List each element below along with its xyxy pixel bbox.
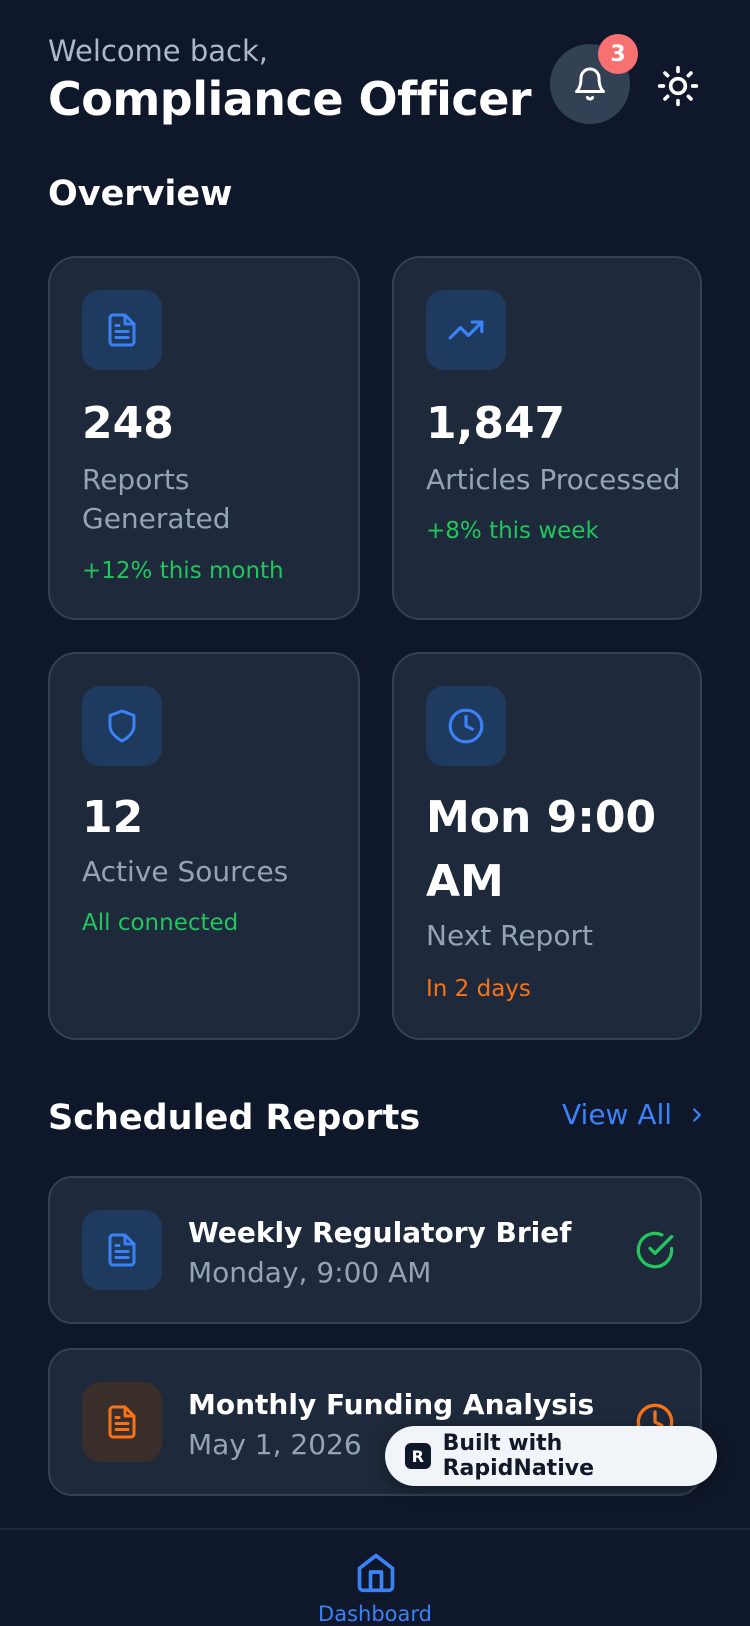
stat-card-reports[interactable]: 248 Reports Generated +12% this month	[48, 256, 360, 620]
stat-change: +12% this month	[82, 558, 284, 584]
clock-icon	[426, 686, 506, 766]
theme-toggle-button[interactable]	[650, 58, 706, 114]
stat-value: 1,847	[426, 398, 566, 449]
view-all-label: View All	[562, 1098, 673, 1131]
scheduled-report-item[interactable]: Weekly Regulatory Brief Monday, 9:00 AM	[48, 1176, 702, 1324]
stat-card-sources[interactable]: 12 Active Sources All connected	[48, 652, 360, 1040]
document-icon	[82, 1210, 162, 1290]
stat-label: Reports Generated	[82, 463, 231, 536]
report-schedule: Monday, 9:00 AM	[188, 1256, 432, 1289]
stat-countdown: In 2 days	[426, 976, 531, 1002]
notification-badge: 3	[598, 34, 638, 74]
stat-status: All connected	[82, 910, 239, 936]
stat-label: Next Report	[426, 919, 593, 952]
stat-value: 248	[82, 398, 174, 449]
bell-icon	[575, 67, 605, 101]
scheduled-reports-title: Scheduled Reports	[48, 1098, 421, 1138]
built-with-badge[interactable]: R Built with RapidNative	[385, 1426, 717, 1486]
welcome-text: Welcome back,	[48, 34, 269, 68]
user-role-title: Compliance Officer	[48, 72, 532, 126]
stat-card-articles[interactable]: 1,847 Articles Processed +8% this week	[392, 256, 702, 620]
stat-value: 12	[82, 792, 144, 843]
rapidnative-logo-icon: R	[405, 1443, 431, 1469]
check-circle-icon	[636, 1231, 674, 1269]
report-name: Weekly Regulatory Brief	[188, 1216, 572, 1249]
chevron-right-icon	[693, 1107, 701, 1122]
report-name: Monthly Funding Analysis	[188, 1388, 595, 1421]
shield-icon	[82, 686, 162, 766]
report-schedule: May 1, 2026	[188, 1428, 362, 1461]
nav-label-dashboard: Dashboard	[318, 1602, 432, 1626]
home-icon	[357, 1553, 395, 1593]
document-icon	[82, 290, 162, 370]
bottom-navigation: Dashboard	[0, 1528, 750, 1626]
trending-up-icon	[426, 290, 506, 370]
document-icon	[82, 1382, 162, 1462]
built-with-label: Built with RapidNative	[442, 1431, 594, 1481]
stat-card-next-report[interactable]: Mon 9:00 AM Next Report In 2 days	[392, 652, 702, 1040]
stat-change: +8% this week	[426, 518, 599, 544]
stat-label: Active Sources	[82, 855, 289, 888]
sun-icon	[657, 65, 699, 107]
stat-label: Articles Processed	[426, 463, 681, 496]
view-all-link[interactable]: View All	[562, 1098, 708, 1131]
stat-value: Mon 9:00 AM	[426, 792, 657, 907]
overview-title: Overview	[48, 174, 233, 214]
